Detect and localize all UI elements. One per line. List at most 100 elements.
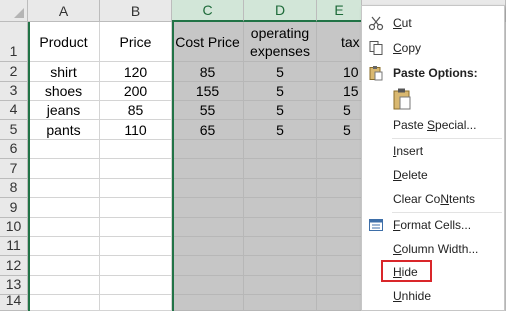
cell-b6[interactable] [100, 140, 172, 159]
cell-b14[interactable] [100, 295, 172, 311]
cell-e9[interactable] [317, 198, 362, 218]
cell-e3[interactable]: 15 [317, 82, 362, 101]
menu-item-unhide[interactable]: Unhide [362, 285, 504, 307]
cell-d9[interactable] [244, 198, 317, 218]
cell-c5[interactable]: 65 [172, 120, 244, 140]
cell-a6[interactable] [28, 140, 100, 159]
cell-a8[interactable] [28, 179, 100, 198]
cell-d11[interactable] [244, 237, 317, 256]
cell-d7[interactable] [244, 159, 317, 179]
cell-e7[interactable] [317, 159, 362, 179]
cell-e8[interactable] [317, 179, 362, 198]
row-header-2[interactable]: 2 [0, 62, 28, 82]
cell-e11[interactable] [317, 237, 362, 256]
cell-e2[interactable]: 10 [317, 62, 362, 82]
row-header-5[interactable]: 5 [0, 120, 28, 140]
cell-a14[interactable] [28, 295, 100, 311]
column-header-a[interactable]: A [28, 0, 100, 22]
menu-item-copy[interactable]: Copy [362, 37, 504, 59]
cell-a11[interactable] [28, 237, 100, 256]
cell-c9[interactable] [172, 198, 244, 218]
row-header-14[interactable]: 14 [0, 292, 28, 311]
cell-e13[interactable] [317, 276, 362, 295]
cell-a1[interactable]: Product [28, 22, 100, 62]
cell-d8[interactable] [244, 179, 317, 198]
cell-a7[interactable] [28, 159, 100, 179]
cell-c6[interactable] [172, 140, 244, 159]
cell-e4[interactable]: 5 [317, 101, 362, 120]
cell-b1[interactable]: Price [100, 22, 172, 62]
select-all-corner[interactable] [0, 0, 28, 22]
cell-d6[interactable] [244, 140, 317, 159]
cell-b11[interactable] [100, 237, 172, 256]
row-header-7[interactable]: 7 [0, 159, 28, 179]
cell-b9[interactable] [100, 198, 172, 218]
cell-c1[interactable]: Cost Price [172, 22, 244, 62]
cell-b4[interactable]: 85 [100, 101, 172, 120]
cell-e1[interactable]: tax [317, 22, 362, 62]
cell-a3[interactable]: shoes [28, 82, 100, 101]
cell-c8[interactable] [172, 179, 244, 198]
cell-c2[interactable]: 85 [172, 62, 244, 82]
menu-item-format-cells[interactable]: Format Cells... [362, 214, 504, 236]
paste-clipboard-icon [393, 88, 411, 110]
cell-a10[interactable] [28, 218, 100, 237]
column-header-e[interactable]: E [317, 0, 362, 22]
cell-d4[interactable]: 5 [244, 101, 317, 120]
menu-item-paste-special[interactable]: Paste Special... [362, 114, 504, 136]
cell-d5[interactable]: 5 [244, 120, 317, 140]
cell-c14[interactable] [172, 295, 244, 311]
row-header-3[interactable]: 3 [0, 82, 28, 101]
cell-c7[interactable] [172, 159, 244, 179]
cell-a5[interactable]: pants [28, 120, 100, 140]
menu-item-column-width[interactable]: Column Width... [362, 238, 504, 260]
cell-a12[interactable] [28, 256, 100, 276]
cell-c13[interactable] [172, 276, 244, 295]
menu-item-cut[interactable]: Cut [362, 12, 504, 34]
row-header-10[interactable]: 10 [0, 218, 28, 237]
cell-e12[interactable] [317, 256, 362, 276]
cell-b3[interactable]: 200 [100, 82, 172, 101]
cell-d13[interactable] [244, 276, 317, 295]
row-header-6[interactable]: 6 [0, 140, 28, 159]
cell-a2[interactable]: shirt [28, 62, 100, 82]
menu-item-insert[interactable]: Insert [362, 140, 504, 162]
menu-item-clear-contents[interactable]: Clear CoNtents [362, 188, 504, 210]
row-header-8[interactable]: 8 [0, 179, 28, 198]
cell-d3[interactable]: 5 [244, 82, 317, 101]
cell-b8[interactable] [100, 179, 172, 198]
cell-c11[interactable] [172, 237, 244, 256]
row-header-1[interactable]: 1 [0, 22, 28, 62]
menu-item-paste-button[interactable] [362, 87, 504, 113]
cell-e10[interactable] [317, 218, 362, 237]
cell-e14[interactable] [317, 295, 362, 311]
cell-b10[interactable] [100, 218, 172, 237]
row-header-9[interactable]: 9 [0, 198, 28, 218]
cell-b12[interactable] [100, 256, 172, 276]
cell-d12[interactable] [244, 256, 317, 276]
cell-d1[interactable]: operating expenses [244, 22, 317, 62]
cell-d14[interactable] [244, 295, 317, 311]
cell-e6[interactable] [317, 140, 362, 159]
cell-a4[interactable]: jeans [28, 101, 100, 120]
cell-b2[interactable]: 120 [100, 62, 172, 82]
cell-e5[interactable]: 5 [317, 120, 362, 140]
cell-c10[interactable] [172, 218, 244, 237]
cell-c12[interactable] [172, 256, 244, 276]
cell-b13[interactable] [100, 276, 172, 295]
cell-b7[interactable] [100, 159, 172, 179]
column-header-c[interactable]: C [172, 0, 244, 22]
cell-a9[interactable] [28, 198, 100, 218]
cell-a13[interactable] [28, 276, 100, 295]
cell-d2[interactable]: 5 [244, 62, 317, 82]
cell-c3[interactable]: 155 [172, 82, 244, 101]
row-header-4[interactable]: 4 [0, 101, 28, 120]
cell-b5[interactable]: 110 [100, 120, 172, 140]
column-header-d[interactable]: D [244, 0, 317, 22]
cell-d10[interactable] [244, 218, 317, 237]
column-header-b[interactable]: B [100, 0, 172, 22]
cell-c4[interactable]: 55 [172, 101, 244, 120]
row-header-12[interactable]: 12 [0, 256, 28, 276]
row-header-11[interactable]: 11 [0, 237, 28, 256]
menu-item-delete[interactable]: Delete [362, 164, 504, 186]
